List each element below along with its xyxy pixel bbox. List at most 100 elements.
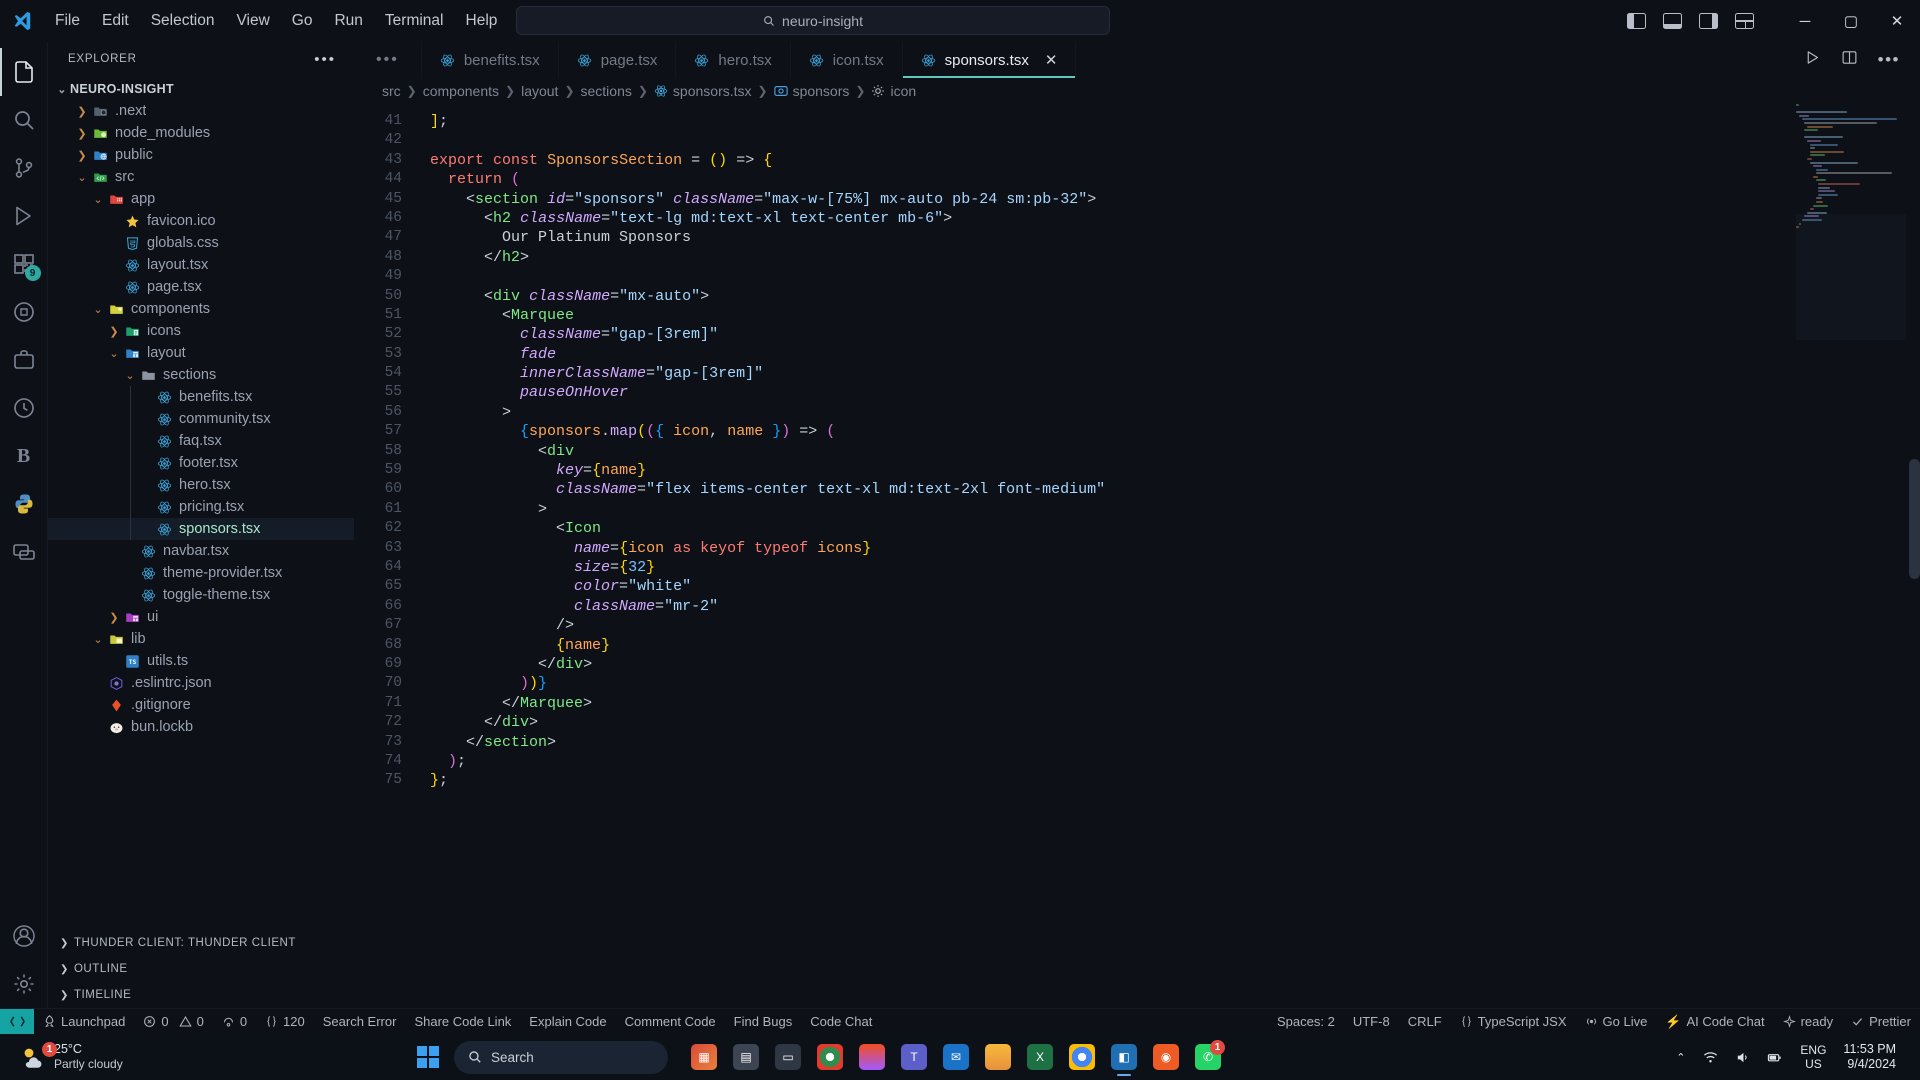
editor-more-actions-icon[interactable]: •••: [1878, 50, 1900, 70]
tab-page-tsx[interactable]: page.tsx: [559, 42, 677, 78]
menu-edit[interactable]: Edit: [91, 9, 140, 33]
activity-accounts[interactable]: [0, 912, 48, 960]
status-go-live[interactable]: Go Live: [1576, 1009, 1657, 1035]
breadcrumb-item-layout[interactable]: layout: [521, 83, 558, 99]
status-eol[interactable]: CRLF: [1399, 1009, 1451, 1035]
split-editor-icon[interactable]: [1841, 49, 1858, 71]
activity-source-control[interactable]: [0, 144, 48, 192]
section-thunder-client[interactable]: ❯ THUNDER CLIENT: THUNDER CLIENT: [48, 930, 354, 956]
status-tabnine[interactable]: 120: [256, 1009, 314, 1035]
status-ai-code-chat[interactable]: ⚡ AI Code Chat: [1656, 1009, 1773, 1035]
activity-settings[interactable]: [0, 960, 48, 1008]
taskbar-app-chrome[interactable]: [810, 1037, 850, 1077]
taskbar-app-teams[interactable]: T: [894, 1037, 934, 1077]
tree-item-favicon-ico[interactable]: favicon.ico: [48, 210, 354, 232]
remote-window-button[interactable]: [0, 1008, 34, 1035]
tree-item-globals-css[interactable]: globals.css: [48, 232, 354, 254]
tree-item-faq-tsx[interactable]: faq.tsx: [48, 430, 354, 452]
section-outline[interactable]: ❯ OUTLINE: [48, 956, 354, 982]
activity-testing[interactable]: [0, 288, 48, 336]
status-find-bugs[interactable]: Find Bugs: [725, 1009, 802, 1035]
tree-item-ui[interactable]: ❯ ui: [48, 606, 354, 628]
taskbar-search-box[interactable]: Search: [454, 1040, 668, 1074]
tree-item-benefits-tsx[interactable]: benefits.tsx: [48, 386, 354, 408]
tree-item-src[interactable]: ⌄ src: [48, 166, 354, 188]
toggle-secondary-sidebar-icon[interactable]: [1699, 13, 1718, 29]
activity-better-comments[interactable]: B: [0, 432, 48, 480]
tab-hero-tsx[interactable]: hero.tsx: [676, 42, 791, 78]
status-ports[interactable]: 0: [213, 1009, 256, 1035]
taskbar-app-outlook[interactable]: ✉: [936, 1037, 976, 1077]
status-indentation[interactable]: Spaces: 2: [1268, 1009, 1344, 1035]
status-problems[interactable]: 0 0: [134, 1009, 212, 1035]
close-button[interactable]: ✕: [1874, 0, 1920, 42]
status-share-code-link[interactable]: Share Code Link: [405, 1009, 520, 1035]
tree-item--eslintrc-json[interactable]: .eslintrc.json: [48, 672, 354, 694]
code-content[interactable]: ]; export const SponsorsSection = () => …: [414, 104, 1920, 1008]
tray-wifi[interactable]: [1696, 1045, 1725, 1070]
activity-remote-explorer[interactable]: [0, 336, 48, 384]
menu-selection[interactable]: Selection: [140, 9, 226, 33]
file-tree[interactable]: ⌄ NEURO-INSIGHT ❯ .next ❯ node_modules ❯ public…: [48, 76, 354, 930]
maximize-button[interactable]: ▢: [1828, 0, 1874, 42]
tree-item-page-tsx[interactable]: page.tsx: [48, 276, 354, 298]
tray-language[interactable]: ENG US: [1792, 1043, 1834, 1071]
section-timeline[interactable]: ❯ TIMELINE: [48, 982, 354, 1008]
status-launchpad[interactable]: Launchpad: [34, 1009, 134, 1035]
breadcrumb-item-sections[interactable]: sections: [581, 83, 632, 99]
menu-terminal[interactable]: Terminal: [374, 9, 455, 33]
activity-error-lens[interactable]: [0, 384, 48, 432]
editor-tabs[interactable]: ••• benefits.tsx page.tsx hero.tsx icon.tsx s…: [354, 42, 1920, 78]
activity-explorer[interactable]: [0, 48, 48, 96]
command-search-box[interactable]: neuro-insight: [516, 6, 1110, 35]
tray-battery[interactable]: [1760, 1045, 1789, 1070]
tree-item-node-modules[interactable]: ❯ node_modules: [48, 122, 354, 144]
status-ready[interactable]: ready: [1774, 1009, 1843, 1035]
tree-item-sponsors-tsx[interactable]: sponsors.tsx: [48, 518, 354, 540]
taskbar-app-file-explorer-window[interactable]: ▭: [768, 1037, 808, 1077]
taskbar-app-vscode[interactable]: ◧: [1104, 1037, 1144, 1077]
menu-run[interactable]: Run: [323, 9, 373, 33]
menu-file[interactable]: File: [44, 9, 91, 33]
activity-search[interactable]: [0, 96, 48, 144]
breadcrumb[interactable]: src ❯ components ❯ layout ❯ sections ❯ sponsors.…: [354, 78, 1920, 104]
activity-run-debug[interactable]: [0, 192, 48, 240]
taskbar-app-postman[interactable]: ◉: [1146, 1037, 1186, 1077]
toggle-primary-sidebar-icon[interactable]: [1627, 13, 1646, 29]
taskbar-weather-widget[interactable]: 1 25°C Partly cloudy: [8, 1042, 308, 1072]
tree-item-footer-tsx[interactable]: footer.tsx: [48, 452, 354, 474]
status-encoding[interactable]: UTF-8: [1344, 1009, 1399, 1035]
tree-item-sections[interactable]: ⌄ sections: [48, 364, 354, 386]
tray-volume[interactable]: [1728, 1045, 1757, 1070]
status-language-mode[interactable]: TypeScript JSX: [1451, 1009, 1576, 1035]
start-button[interactable]: [410, 1039, 446, 1075]
tree-item--next[interactable]: ❯ .next: [48, 100, 354, 122]
menu-help[interactable]: Help: [455, 9, 509, 33]
tab-close-icon[interactable]: ✕: [1045, 51, 1058, 69]
tree-item-layout-tsx[interactable]: layout.tsx: [48, 254, 354, 276]
tree-item-hero-tsx[interactable]: hero.tsx: [48, 474, 354, 496]
tree-item-navbar-tsx[interactable]: navbar.tsx: [48, 540, 354, 562]
tree-item-toggle-theme-tsx[interactable]: toggle-theme.tsx: [48, 584, 354, 606]
tree-item-utils-ts[interactable]: TS utils.ts: [48, 650, 354, 672]
tab-overflow-button[interactable]: •••: [354, 42, 422, 78]
tray-expand-chevron-icon[interactable]: ⌃: [1668, 1051, 1693, 1064]
status-prettier[interactable]: Prettier: [1842, 1009, 1920, 1035]
activity-extensions[interactable]: 9: [0, 240, 48, 288]
breadcrumb-item-src[interactable]: src: [382, 83, 401, 99]
breadcrumb-item-components[interactable]: components: [423, 83, 499, 99]
tree-item-layout[interactable]: ⌄ layout: [48, 342, 354, 364]
minimize-button[interactable]: ─: [1782, 0, 1828, 42]
explorer-more-actions[interactable]: •••: [308, 51, 342, 68]
status-code-chat[interactable]: Code Chat: [801, 1009, 881, 1035]
status-comment-code[interactable]: Comment Code: [616, 1009, 725, 1035]
status-explain-code[interactable]: Explain Code: [520, 1009, 615, 1035]
menu-view[interactable]: View: [225, 9, 280, 33]
activity-python[interactable]: [0, 480, 48, 528]
vertical-scrollbar[interactable]: [1909, 459, 1920, 579]
taskbar-app-task-view[interactable]: ▦: [684, 1037, 724, 1077]
tree-item-bun-lockb[interactable]: bun.lockb: [48, 716, 354, 738]
tree-item-lib[interactable]: ⌄ lib: [48, 628, 354, 650]
customize-layout-icon[interactable]: [1735, 13, 1754, 29]
taskbar-app-figma[interactable]: [852, 1037, 892, 1077]
